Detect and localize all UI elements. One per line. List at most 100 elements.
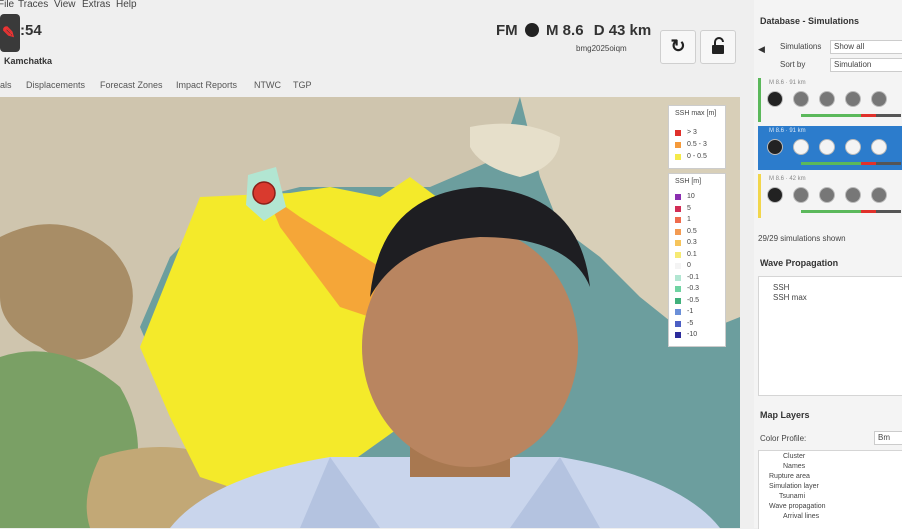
layer-rupture-area[interactable]: Rupture area [769, 473, 810, 480]
station-icon [871, 139, 887, 155]
tab-bar: ials Displacements Forecast Zones Impact… [0, 78, 740, 94]
database-title: Database - Simulations [760, 16, 860, 26]
legend-label: -10 [687, 331, 698, 338]
menu-extras[interactable]: Extras [82, 0, 110, 10]
event-number: :54 [20, 22, 42, 39]
legend-swatch [675, 217, 681, 223]
magnitude: M 8.6 [546, 22, 584, 39]
layer-names[interactable]: Names [783, 463, 805, 470]
refresh-button[interactable]: ↻ [660, 30, 696, 64]
simulation-row[interactable]: M 8.6 · 91 km [758, 78, 902, 122]
menu-file[interactable]: File [0, 0, 14, 10]
fault-icon [819, 91, 835, 107]
impact-bar [801, 162, 901, 165]
legend-label: -1 [687, 308, 694, 315]
wave-propagation-title: Wave Propagation [760, 258, 839, 268]
legend-ssh: SSH [m] 10 5 1 0.5 0.3 0.1 0 -0.1 -0.3 -0.5 -1 -5 -1… [668, 173, 726, 347]
beachball-icon [767, 91, 783, 107]
collapse-arrow-icon[interactable]: ◀ [758, 44, 765, 55]
legend-label: 0.1 [687, 250, 697, 258]
tab-partial[interactable]: ials [0, 80, 12, 90]
legend-swatch [675, 274, 681, 281]
menu-help[interactable]: Help [116, 0, 137, 10]
tab-displacements[interactable]: Displacements [26, 80, 85, 90]
layer-cluster[interactable]: Cluster [783, 453, 805, 460]
simulations-select[interactable]: Show all [830, 40, 902, 54]
unlock-icon [712, 37, 724, 54]
menu-bar: File Traces View Extras Help [0, 0, 740, 12]
legend-ssh-max: SSH max [m] > 3 0.5 - 3 0 - 0.5 [668, 105, 726, 169]
wave-item-ssh-max[interactable]: SSH max [773, 293, 807, 302]
legend-ssh-max-title: SSH max [m] [675, 110, 717, 117]
wave-item-ssh[interactable]: SSH [773, 283, 789, 292]
impact-bar [801, 114, 901, 117]
simulation-row[interactable]: M 8.6 · 91 km [758, 126, 902, 170]
map-layers-title: Map Layers [760, 410, 810, 420]
wave-source-icon [793, 91, 809, 107]
legend-swatch [675, 194, 681, 200]
tab-tgp[interactable]: TGP [293, 80, 312, 90]
legend-label: 0.5 [687, 227, 697, 235]
simulation-row[interactable]: M 8.6 · 42 km [758, 174, 902, 218]
layer-tsunami[interactable]: Tsunami [779, 493, 805, 500]
legend-swatch [675, 286, 681, 292]
slip-icon [845, 139, 861, 155]
beachball-icon [767, 187, 783, 203]
legend-label: -0.1 [687, 273, 700, 281]
legend-label: 1 [687, 216, 691, 223]
logo-mark-icon: ✎ [2, 25, 16, 42]
simulation-meta: M 8.6 · 42 km [769, 176, 806, 182]
simulation-count: 29/29 simulations shown [758, 234, 846, 243]
event-id: bmg2025oiqm [576, 44, 627, 53]
legend-swatch [675, 154, 681, 160]
legend-swatch [675, 332, 681, 338]
color-profile-select[interactable]: Bm [874, 431, 902, 445]
map-view[interactable]: SSH max [m] > 3 0.5 - 3 0 - 0.5 SSH [m] … [0, 97, 740, 528]
legend-swatch [675, 228, 681, 235]
impact-bar [801, 210, 901, 213]
legend-label: > 3 [687, 129, 697, 136]
wave-source-icon [793, 187, 809, 203]
refresh-icon: ↻ [670, 36, 686, 56]
layer-simulation[interactable]: Simulation layer [769, 483, 819, 490]
legend-label: 5 [687, 204, 691, 212]
station-icon [871, 187, 887, 203]
map-canvas[interactable] [0, 97, 740, 528]
menu-traces[interactable]: Traces [18, 0, 48, 10]
legend-swatch [675, 309, 681, 315]
wave-source-icon [793, 139, 809, 155]
sidebar: Database - Simulations ◀ Simulations Sho… [754, 0, 902, 529]
layer-arrival-lines[interactable]: Arrival lines [783, 513, 819, 520]
legend-swatch [675, 205, 681, 212]
simulation-meta: M 8.6 · 91 km [769, 80, 806, 86]
sort-select[interactable]: Simulation [830, 58, 902, 72]
simulations-label: Simulations [780, 42, 822, 51]
legend-label: 0 [687, 262, 691, 269]
layer-wave-propagation[interactable]: Wave propagation [769, 503, 826, 510]
focal-mechanism-label: FM [496, 22, 518, 39]
legend-swatch [675, 142, 681, 148]
legend-swatch [675, 130, 681, 136]
beachball-icon [524, 23, 539, 37]
legend-ssh-title: SSH [m] [675, 178, 702, 185]
tab-impact-reports[interactable]: Impact Reports [176, 80, 237, 90]
legend-label: -0.5 [687, 296, 700, 304]
legend-label: -0.3 [687, 285, 700, 292]
event-name: Kamchatka [4, 56, 53, 66]
legend-label: 0.3 [687, 239, 697, 246]
app-logo: ✎ [0, 14, 20, 52]
legend-label: -5 [687, 319, 694, 327]
legend-label: 0.5 - 3 [687, 141, 707, 148]
legend-label: 10 [687, 193, 695, 200]
lock-button[interactable] [700, 30, 736, 64]
fault-icon [819, 187, 835, 203]
quake-info: FM M 8.6 D 43 km [496, 22, 651, 39]
tab-ntwc[interactable]: NTWC [254, 80, 281, 90]
epicenter-marker[interactable] [252, 181, 276, 205]
simulation-meta: M 8.6 · 91 km [769, 128, 806, 134]
tab-forecast-zones[interactable]: Forecast Zones [100, 80, 163, 90]
slip-icon [845, 187, 861, 203]
legend-swatch [675, 320, 681, 327]
menu-view[interactable]: View [54, 0, 76, 10]
legend-swatch [675, 240, 681, 246]
